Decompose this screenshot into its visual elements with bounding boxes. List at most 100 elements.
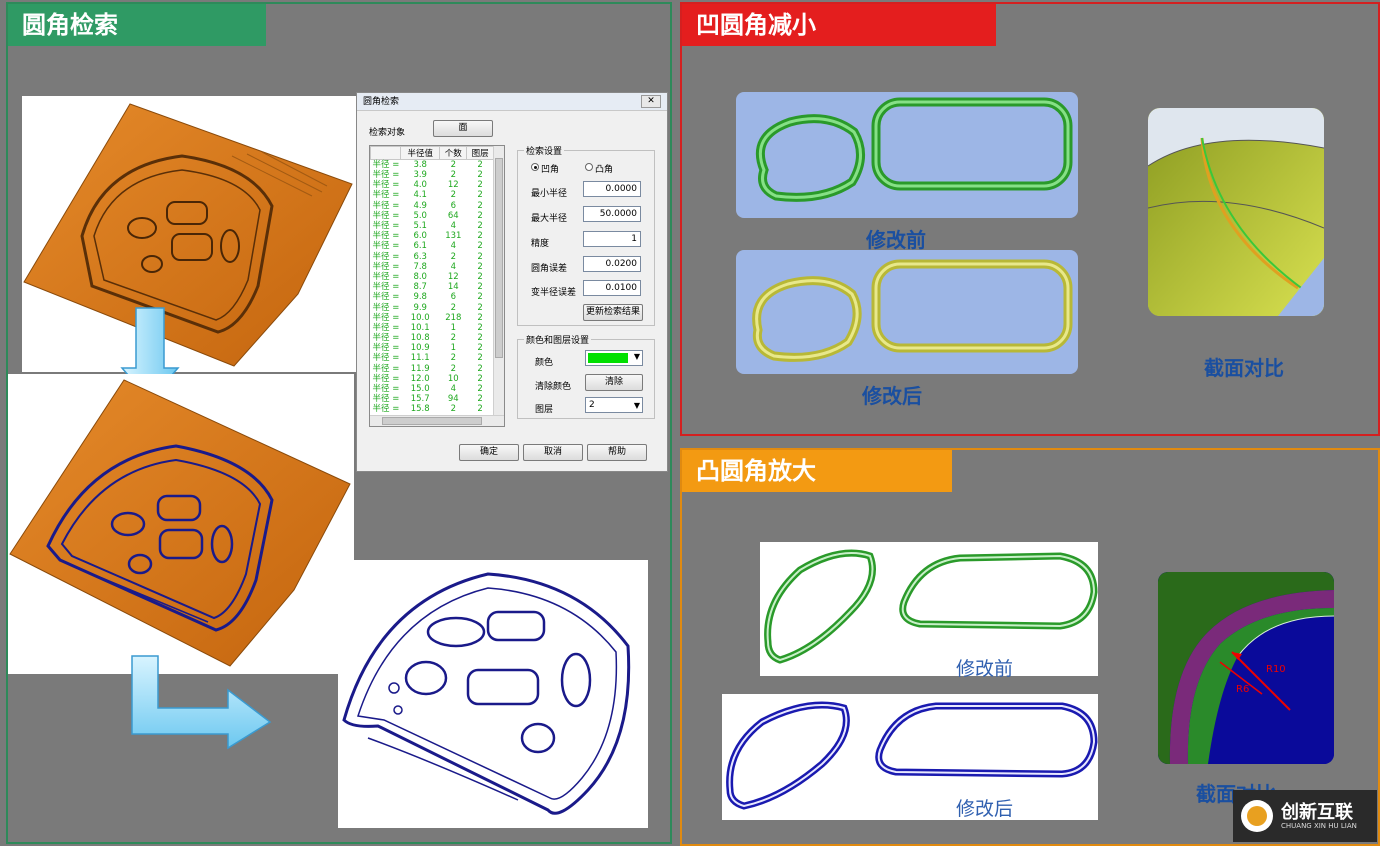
table-cell: 6 bbox=[450, 200, 457, 211]
color-select[interactable]: ▼ bbox=[585, 350, 643, 366]
list-horizontal-scrollbar[interactable] bbox=[370, 415, 504, 426]
table-row[interactable]: 半径 = 10.9 1 2 bbox=[371, 343, 494, 353]
table-cell: 4 bbox=[450, 261, 457, 272]
table-cell: 4 bbox=[450, 221, 457, 232]
table-row[interactable]: 半径 = 5.0 64 2 bbox=[371, 211, 494, 221]
radio-concave[interactable] bbox=[531, 163, 539, 171]
color-swatch bbox=[588, 353, 628, 363]
table-row[interactable]: 半径 = 5.1 4 2 bbox=[371, 221, 494, 231]
radio-convex[interactable] bbox=[585, 163, 593, 171]
table-row[interactable]: 半径 = 10.1 1 2 bbox=[371, 323, 494, 333]
clear-color-label: 清除颜色 bbox=[535, 382, 572, 392]
fillet-radius-list[interactable]: 半径值 个数 图层 半径 = 3.8 2 2 半径 = 3.9 2 2 半径 = 4.0 12 2 半径… bbox=[369, 145, 505, 427]
table-cell: 10.9 bbox=[410, 343, 430, 354]
table-cell: 2 bbox=[450, 353, 457, 364]
table-cell: 2 bbox=[450, 363, 457, 374]
table-row[interactable]: 半径 = 11.1 2 2 bbox=[371, 353, 494, 363]
table-cell: 15.0 bbox=[410, 384, 430, 395]
table-row[interactable]: 半径 = 10.0 218 2 bbox=[371, 313, 494, 323]
table-row[interactable]: 半径 = 8.0 12 2 bbox=[371, 272, 494, 282]
table-cell: 8.7 bbox=[413, 282, 427, 293]
table-cell: 2 bbox=[477, 404, 483, 415]
table-cell: 2 bbox=[477, 373, 483, 384]
table-cell: 3.9 bbox=[413, 170, 427, 181]
table-cell: 半径 = bbox=[372, 404, 400, 415]
r10-label: R10 bbox=[1266, 664, 1286, 675]
table-cell: 半径 = bbox=[372, 384, 400, 395]
min-radius-label: 最小半径 bbox=[531, 189, 568, 199]
table-row[interactable]: 半径 = 15.7 94 2 bbox=[371, 394, 494, 404]
convex-after-caption: 修改后 bbox=[956, 798, 1014, 820]
table-row[interactable]: 半径 = 12.0 10 2 bbox=[371, 374, 494, 384]
table-row[interactable]: 半径 = 3.8 2 2 bbox=[371, 160, 494, 171]
table-row[interactable]: 半径 = 11.9 2 2 bbox=[371, 364, 494, 374]
table-cell: 2 bbox=[477, 312, 483, 323]
table-cell: 131 bbox=[445, 231, 462, 242]
cancel-button[interactable]: 取消 bbox=[523, 444, 583, 461]
logo-text: 创新互联 bbox=[1281, 802, 1353, 823]
table-row[interactable]: 半径 = 9.8 6 2 bbox=[371, 292, 494, 302]
table-cell: 1 bbox=[450, 343, 457, 354]
panel-title-fillet-search: 圆角检索 bbox=[8, 4, 266, 46]
arrow-right-icon bbox=[128, 654, 274, 750]
table-cell: 11.1 bbox=[410, 353, 430, 364]
panel-title-concave-reduce: 凹圆角减小 bbox=[682, 4, 996, 46]
list-vertical-scrollbar[interactable] bbox=[493, 146, 504, 416]
table-row[interactable]: 半径 = 15.8 2 2 bbox=[371, 404, 494, 414]
table-cell: 10 bbox=[447, 373, 459, 384]
table-cell: 半径 = bbox=[372, 353, 400, 364]
table-cell: 6.1 bbox=[413, 241, 427, 252]
table-row[interactable]: 半径 = 3.9 2 2 bbox=[371, 170, 494, 180]
convex-after-image: 修改后 bbox=[722, 694, 1098, 820]
hood-image-original bbox=[22, 96, 356, 372]
table-cell: 半径 = bbox=[372, 210, 400, 221]
table-cell: 6.3 bbox=[413, 251, 427, 262]
table-cell: 12 bbox=[447, 180, 459, 191]
table-cell: 2 bbox=[477, 200, 483, 211]
table-cell: 2 bbox=[450, 333, 457, 344]
table-row[interactable]: 半径 = 6.3 2 2 bbox=[371, 252, 494, 262]
chevron-down-icon: ▼ bbox=[633, 352, 640, 361]
table-cell: 3.8 bbox=[413, 160, 427, 170]
layer-select[interactable]: 2 ▼ bbox=[585, 397, 643, 413]
precision-input[interactable]: 1 bbox=[583, 231, 641, 247]
search-target-button[interactable]: 面 bbox=[433, 120, 493, 137]
table-cell: 4.0 bbox=[413, 180, 427, 191]
table-row[interactable]: 半径 = 6.0 131 2 bbox=[371, 231, 494, 241]
table-cell: 6 bbox=[450, 292, 457, 303]
table-cell: 5.0 bbox=[413, 210, 427, 221]
table-row[interactable]: 半径 = 4.0 12 2 bbox=[371, 180, 494, 190]
table-cell: 2 bbox=[477, 231, 483, 242]
table-cell: 2 bbox=[450, 404, 457, 415]
table-cell: 半径 = bbox=[372, 333, 400, 344]
table-cell: 1 bbox=[450, 322, 457, 333]
help-button[interactable]: 帮助 bbox=[587, 444, 647, 461]
close-icon[interactable]: ✕ bbox=[641, 95, 661, 108]
precision-label: 精度 bbox=[531, 239, 550, 249]
table-cell: 11.9 bbox=[410, 363, 430, 374]
table-row[interactable]: 半径 = 8.7 14 2 bbox=[371, 282, 494, 292]
color-label: 颜色 bbox=[535, 358, 554, 368]
update-results-button[interactable]: 更新检索结果 bbox=[583, 304, 643, 321]
min-radius-input[interactable]: 0.0000 bbox=[583, 181, 641, 197]
table-row[interactable]: 半径 = 6.1 4 2 bbox=[371, 241, 494, 251]
table-row[interactable]: 半径 = 4.9 6 2 bbox=[371, 201, 494, 211]
max-radius-input[interactable]: 50.0000 bbox=[583, 206, 641, 222]
layer-label: 图层 bbox=[535, 405, 554, 415]
table-cell: 2 bbox=[477, 363, 483, 374]
var-radius-error-input[interactable]: 0.0100 bbox=[583, 280, 641, 296]
fillet-error-input[interactable]: 0.0200 bbox=[583, 256, 641, 272]
table-cell: 9.8 bbox=[413, 292, 427, 303]
concave-section-image bbox=[1148, 108, 1324, 316]
ok-button[interactable]: 确定 bbox=[459, 444, 519, 461]
table-row[interactable]: 半径 = 7.8 4 2 bbox=[371, 262, 494, 272]
table-row[interactable]: 半径 = 15.0 4 2 bbox=[371, 384, 494, 394]
table-row[interactable]: 半径 = 4.1 2 2 bbox=[371, 190, 494, 200]
table-cell: 2 bbox=[477, 221, 483, 232]
table-row[interactable]: 半径 = 10.8 2 2 bbox=[371, 333, 494, 343]
color-layer-group-label: 颜色和图层设置 bbox=[524, 333, 592, 346]
table-row[interactable]: 半径 = 9.9 2 2 bbox=[371, 302, 494, 313]
clear-color-button[interactable]: 清除 bbox=[585, 374, 643, 391]
convex-before-caption: 修改前 bbox=[956, 658, 1014, 680]
table-cell: 2 bbox=[477, 333, 483, 344]
